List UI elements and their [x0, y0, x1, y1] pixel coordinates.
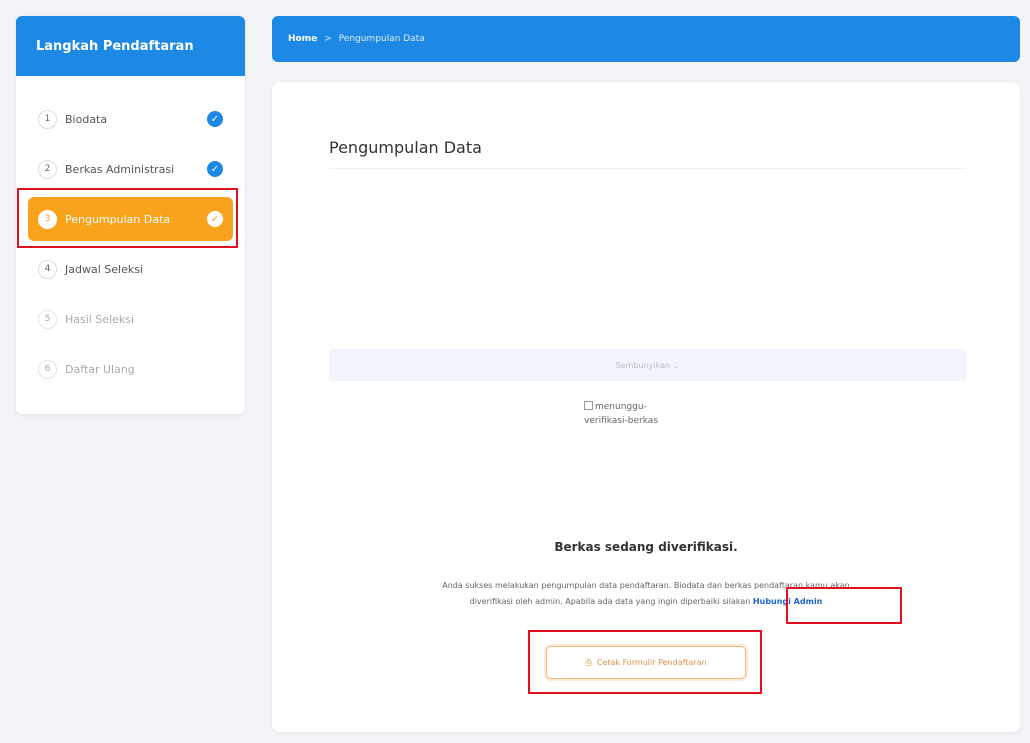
sidebar-title: Langkah Pendaftaran [36, 38, 194, 54]
verification-image: menunggu- verifikasi-berkas [584, 400, 694, 428]
breadcrumb-current: Pengumpulan Data [338, 34, 425, 44]
verification-status-title: Berkas sedang diverifikasi. [554, 540, 738, 554]
print-button-label: Cetak Formulir Pendaftaran [596, 658, 707, 667]
step-label: Pengumpulan Data [65, 212, 171, 226]
step-label: Biodata [65, 112, 108, 126]
check-circle-icon: ✓ [207, 111, 223, 127]
step-label: Jadwal Seleksi [65, 262, 143, 276]
step-berkas-administrasi[interactable]: 2 Berkas Administrasi ✓ [16, 144, 245, 194]
breadcrumb-home-link[interactable]: Home [288, 34, 317, 44]
print-icon: ⎙ [585, 657, 592, 667]
step-label: Daftar Ulang [65, 362, 135, 376]
check-circle-icon: ✓ [207, 211, 223, 227]
step-number: 1 [38, 109, 57, 129]
sidebar-header: Langkah Pendaftaran [16, 16, 245, 76]
step-number: 6 [38, 359, 57, 379]
collapse-toggle-button[interactable]: Sembunyikan ⌄ [329, 349, 966, 381]
step-label: Hasil Seleksi [65, 312, 135, 326]
check-circle-icon: ✓ [207, 161, 223, 177]
title-divider [329, 168, 966, 169]
step-hasil-seleksi[interactable]: 5 Hasil Seleksi [16, 294, 245, 344]
step-daftar-ulang[interactable]: 6 Daftar Ulang [16, 344, 245, 394]
step-number: 2 [38, 159, 57, 179]
registration-steps-sidebar: Langkah Pendaftaran 1 Biodata ✓ 2 Berkas… [16, 16, 245, 414]
breadcrumb-separator: > [324, 34, 332, 44]
breadcrumb: Home > Pengumpulan Data [272, 16, 1020, 62]
step-number: 5 [38, 309, 57, 329]
steps-list: 1 Biodata ✓ 2 Berkas Administrasi ✓ 3 Pe… [16, 76, 245, 394]
print-registration-form-button[interactable]: ⎙ Cetak Formulir Pendaftaran [546, 646, 746, 679]
main-content-card: Pengumpulan Data Sembunyikan ⌄ menunggu-… [272, 82, 1020, 732]
status-desc-line2: diverifikasi oleh admin. Apabila ada dat… [469, 597, 751, 606]
step-jadwal-seleksi[interactable]: 4 Jadwal Seleksi [16, 244, 245, 294]
step-biodata[interactable]: 1 Biodata ✓ [16, 94, 245, 144]
page-title: Pengumpulan Data [329, 138, 482, 157]
step-pengumpulan-data[interactable]: 3 Pengumpulan Data ✓ [28, 197, 233, 241]
step-number: 3 [38, 209, 57, 229]
image-alt-text-2: verifikasi-berkas [584, 416, 658, 426]
step-number: 4 [38, 259, 57, 279]
step-label: Berkas Administrasi [65, 162, 175, 176]
broken-image-icon [584, 401, 593, 410]
contact-admin-link[interactable]: Hubungi Admin [753, 597, 822, 606]
status-desc-line1: Anda sukses melakukan pengumpulan data p… [442, 581, 850, 590]
verification-status-description: Anda sukses melakukan pengumpulan data p… [272, 578, 1020, 610]
collapse-label: Sembunyikan ⌄ [615, 360, 680, 370]
image-alt-text: menunggu- [595, 402, 647, 412]
